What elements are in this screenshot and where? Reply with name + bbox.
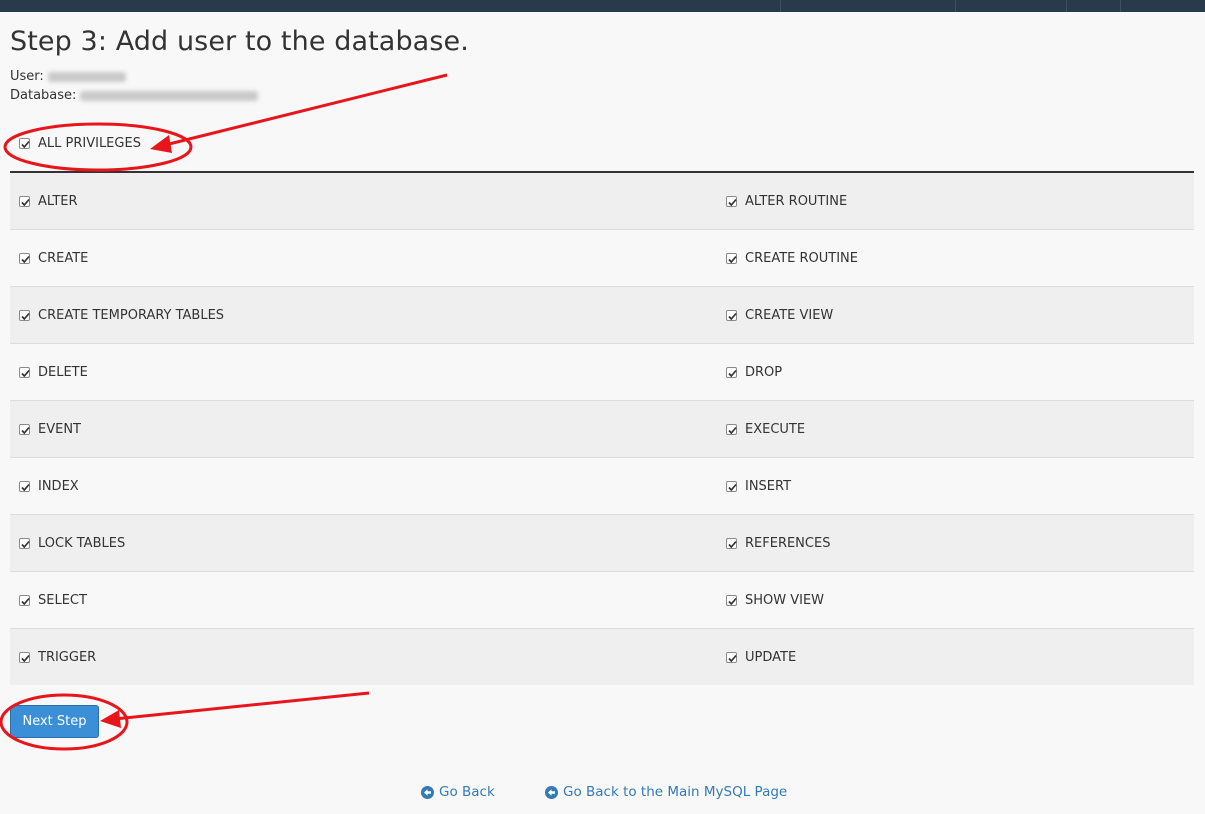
privilege-label: LOCK TABLES xyxy=(38,535,126,551)
privilege-label: REFERENCES xyxy=(745,535,831,551)
privilege-row: CREATE TEMPORARY TABLES CREATE VIEW xyxy=(10,287,1194,344)
privilege-checkbox[interactable] xyxy=(726,195,737,207)
privilege-checkbox[interactable] xyxy=(726,252,737,264)
nav-divider xyxy=(780,0,781,12)
annotation-arrow-line xyxy=(114,691,370,721)
privilege-label: EXECUTE xyxy=(745,421,806,437)
go-back-main-label: Go Back to the Main MySQL Page xyxy=(563,784,788,800)
privilege-row: SELECT SHOW VIEW xyxy=(10,572,1194,629)
privilege-label: CREATE ROUTINE xyxy=(745,250,858,266)
privilege-label: CREATE TEMPORARY TABLES xyxy=(38,307,225,323)
privilege-option[interactable]: CREATE TEMPORARY TABLES xyxy=(10,308,717,323)
privilege-option[interactable]: ALTER xyxy=(10,194,717,209)
privilege-label: DROP xyxy=(745,364,783,380)
next-step-button[interactable]: Next Step xyxy=(10,705,99,738)
privilege-option[interactable]: REFERENCES xyxy=(717,536,830,551)
all-privileges-label: ALL PRIVILEGES xyxy=(38,135,141,151)
privilege-checkbox[interactable] xyxy=(726,423,737,435)
privilege-option[interactable]: CREATE VIEW xyxy=(717,308,833,323)
privilege-checkbox[interactable] xyxy=(726,651,737,663)
privilege-label: SHOW VIEW xyxy=(745,592,825,608)
privilege-checkbox[interactable] xyxy=(19,537,30,549)
go-back-link[interactable]: Go Back xyxy=(421,784,495,800)
privilege-checkbox[interactable] xyxy=(19,252,30,264)
privilege-row: ALTER ALTER ROUTINE xyxy=(10,173,1194,230)
all-privileges-option[interactable]: ALL PRIVILEGES xyxy=(19,135,141,151)
privilege-checkbox[interactable] xyxy=(726,366,737,378)
privilege-checkbox[interactable] xyxy=(726,309,737,321)
privilege-option[interactable]: EXECUTE xyxy=(717,422,805,437)
privilege-label: CREATE VIEW xyxy=(745,307,834,323)
nav-divider xyxy=(1120,0,1121,12)
privilege-checkbox[interactable] xyxy=(726,594,737,606)
footer-links: Go Back Go Back to the Main MySQL Page xyxy=(0,784,1205,802)
user-label: User: xyxy=(10,69,44,84)
page-title: Step 3: Add user to the database. xyxy=(10,26,469,57)
privilege-option[interactable]: INDEX xyxy=(10,479,717,494)
privilege-label: ALTER xyxy=(38,193,78,209)
privilege-option[interactable]: INSERT xyxy=(717,479,791,494)
redacted-user-name xyxy=(47,71,126,82)
privilege-checkbox[interactable] xyxy=(19,651,30,663)
privilege-option[interactable]: DELETE xyxy=(10,365,717,380)
privilege-option[interactable]: LOCK TABLES xyxy=(10,536,717,551)
privilege-label: EVENT xyxy=(38,421,81,437)
privilege-option[interactable]: UPDATE xyxy=(717,650,796,665)
privilege-option[interactable]: CREATE xyxy=(10,251,717,266)
nav-divider xyxy=(955,0,956,12)
privilege-option[interactable]: TRIGGER xyxy=(10,650,717,665)
privilege-label: INDEX xyxy=(38,478,79,494)
privilege-option[interactable]: EVENT xyxy=(10,422,717,437)
go-back-label: Go Back xyxy=(439,784,495,800)
privilege-label: DELETE xyxy=(38,364,88,380)
annotation-arrowhead xyxy=(100,710,121,728)
database-info: Database: xyxy=(10,88,259,103)
privilege-option[interactable]: CREATE ROUTINE xyxy=(717,251,858,266)
redacted-database-name xyxy=(80,90,259,101)
privilege-checkbox[interactable] xyxy=(19,480,30,492)
privilege-label: TRIGGER xyxy=(38,649,97,665)
annotation-arrow-line xyxy=(164,73,448,147)
privilege-row: TRIGGER UPDATE xyxy=(10,629,1194,685)
privilege-label: INSERT xyxy=(745,478,792,494)
privilege-row: DELETE DROP xyxy=(10,344,1194,401)
privilege-option[interactable]: SELECT xyxy=(10,593,717,608)
arrow-circle-left-icon xyxy=(421,785,434,799)
privilege-label: CREATE xyxy=(38,250,89,266)
privilege-row: INDEX INSERT xyxy=(10,458,1194,515)
privilege-label: SELECT xyxy=(38,592,87,608)
privilege-checkbox[interactable] xyxy=(19,195,30,207)
go-back-main-link[interactable]: Go Back to the Main MySQL Page xyxy=(545,784,787,800)
user-info: User: xyxy=(10,69,126,84)
privileges-table: ALTER ALTER ROUTINE CREATE CREATE ROUTINE CR… xyxy=(10,171,1194,685)
privilege-checkbox[interactable] xyxy=(19,594,30,606)
privilege-row: CREATE CREATE ROUTINE xyxy=(10,230,1194,287)
privilege-checkbox[interactable] xyxy=(726,480,737,492)
privilege-row: LOCK TABLES REFERENCES xyxy=(10,515,1194,572)
database-label: Database: xyxy=(10,88,77,103)
privilege-option[interactable]: DROP xyxy=(717,365,782,380)
arrow-circle-left-icon xyxy=(545,785,558,799)
privilege-option[interactable]: SHOW VIEW xyxy=(717,593,824,608)
privilege-checkbox[interactable] xyxy=(19,309,30,321)
annotation-arrowhead xyxy=(150,135,172,153)
top-nav-bar xyxy=(0,0,1205,12)
privilege-checkbox[interactable] xyxy=(726,537,737,549)
privilege-checkbox[interactable] xyxy=(19,423,30,435)
privilege-checkbox[interactable] xyxy=(19,366,30,378)
privilege-label: ALTER ROUTINE xyxy=(745,193,848,209)
all-privileges-checkbox[interactable] xyxy=(19,137,30,149)
nav-divider xyxy=(1066,0,1067,12)
privilege-row: EVENT EXECUTE xyxy=(10,401,1194,458)
privilege-label: UPDATE xyxy=(745,649,797,665)
privilege-option[interactable]: ALTER ROUTINE xyxy=(717,194,847,209)
